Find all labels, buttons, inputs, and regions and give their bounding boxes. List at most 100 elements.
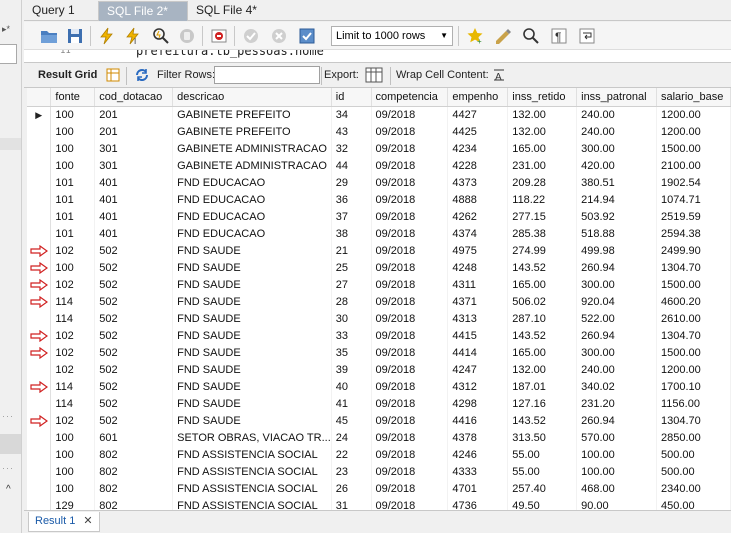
cell-cod-dotacao[interactable]: 502	[94, 412, 174, 429]
cell-cod-dotacao[interactable]: 401	[94, 208, 174, 225]
cell-cod-dotacao[interactable]: 502	[94, 361, 174, 378]
cell-salario-base[interactable]: 1902.54	[656, 174, 731, 191]
cell-empenho[interactable]: 4701	[447, 480, 509, 497]
cell-cod-dotacao[interactable]: 401	[94, 174, 174, 191]
cell-fonte[interactable]: 100	[50, 429, 96, 446]
row-header[interactable]	[27, 293, 52, 310]
cell-inss-retido[interactable]: 257.40	[507, 480, 578, 497]
cell-competencia[interactable]: 09/2018	[371, 463, 449, 480]
cell-id[interactable]: 31	[331, 497, 372, 510]
cell-empenho[interactable]: 4415	[447, 327, 509, 344]
sidebar-grip-icon[interactable]: ···	[2, 463, 14, 473]
row-header[interactable]	[27, 191, 52, 208]
autocommit-icon[interactable]	[298, 27, 316, 45]
cell-fonte[interactable]: 102	[50, 361, 96, 378]
folder-open-icon[interactable]	[40, 27, 58, 45]
cell-fonte[interactable]: 100	[50, 480, 96, 497]
cell-descricao[interactable]: GABINETE ADMINISTRACAO	[172, 157, 332, 174]
cell-inss-patronal[interactable]: 522.00	[576, 310, 657, 327]
cell-id[interactable]: 32	[331, 140, 372, 157]
cell-id[interactable]: 44	[331, 157, 372, 174]
table-row[interactable]: 101 401 FND EDUCACAO 38 09/2018 4374 285.38 518…	[27, 225, 731, 242]
table-row[interactable]: 114 502 FND SAUDE 30 09/2018 4313 287.10 522.00…	[27, 310, 731, 327]
rollback-icon[interactable]	[270, 27, 288, 45]
cell-inss-retido[interactable]: 55.00	[507, 463, 578, 480]
cell-id[interactable]: 35	[331, 344, 372, 361]
cell-id[interactable]: 33	[331, 327, 372, 344]
cell-empenho[interactable]: 4312	[447, 378, 509, 395]
cell-empenho[interactable]: 4736	[447, 497, 509, 510]
row-header[interactable]	[27, 174, 52, 191]
cell-fonte[interactable]: 100	[50, 157, 96, 174]
row-header[interactable]	[27, 327, 52, 344]
table-row[interactable]: 102 502 FND SAUDE 39 09/2018 4247 132.00 240.00…	[27, 361, 731, 378]
cell-descricao[interactable]: FND EDUCACAO	[172, 174, 332, 191]
cell-competencia[interactable]: 09/2018	[371, 174, 449, 191]
cell-id[interactable]: 25	[331, 259, 372, 276]
cell-inss-retido[interactable]: 231.00	[507, 157, 578, 174]
cell-inss-patronal[interactable]: 503.92	[576, 208, 657, 225]
cell-salario-base[interactable]: 1304.70	[656, 412, 731, 429]
cell-inss-patronal[interactable]: 570.00	[576, 429, 657, 446]
export-icon[interactable]	[365, 67, 383, 83]
cell-fonte[interactable]: 101	[50, 208, 96, 225]
table-row[interactable]: ▶ 100 201 GABINETE PREFEITO 34 09/2018 4427 132…	[27, 106, 731, 123]
cell-salario-base[interactable]: 1156.00	[656, 395, 731, 412]
cell-inss-retido[interactable]: 187.01	[507, 378, 578, 395]
table-row[interactable]: 100 201 GABINETE PREFEITO 43 09/2018 4425 132.…	[27, 123, 731, 140]
cell-cod-dotacao[interactable]: 502	[94, 242, 174, 259]
cell-descricao[interactable]: FND SAUDE	[172, 242, 332, 259]
cell-competencia[interactable]: 09/2018	[371, 123, 449, 140]
cell-descricao[interactable]: FND EDUCACAO	[172, 208, 332, 225]
stop-icon[interactable]	[178, 27, 196, 45]
table-row[interactable]: 100 601 SETOR OBRAS, VIACAO TR... 24 09/2018…	[27, 429, 731, 446]
cell-id[interactable]: 27	[331, 276, 372, 293]
cell-inss-patronal[interactable]: 260.94	[576, 412, 657, 429]
cell-empenho[interactable]: 4333	[447, 463, 509, 480]
cell-fonte[interactable]: 101	[50, 174, 96, 191]
save-icon[interactable]	[66, 27, 84, 45]
toggle-error-icon[interactable]	[210, 27, 228, 45]
column-header-cod-dotacao[interactable]: cod_dotacao	[94, 88, 174, 107]
cell-salario-base[interactable]: 1500.00	[656, 276, 731, 293]
cell-competencia[interactable]: 09/2018	[371, 106, 449, 123]
column-header-descricao[interactable]: descricao	[172, 88, 332, 107]
sidebar-grip-icon[interactable]: ···	[2, 411, 14, 421]
cell-empenho[interactable]: 4427	[447, 106, 509, 123]
cell-descricao[interactable]: FND ASSISTENCIA SOCIAL	[172, 463, 332, 480]
cell-salario-base[interactable]: 1200.00	[656, 106, 731, 123]
cell-inss-retido[interactable]: 127.16	[507, 395, 578, 412]
cell-fonte[interactable]: 101	[50, 191, 96, 208]
cell-inss-patronal[interactable]: 90.00	[576, 497, 657, 510]
cell-descricao[interactable]: FND SAUDE	[172, 361, 332, 378]
cell-salario-base[interactable]: 1200.00	[656, 361, 731, 378]
filter-rows-input[interactable]	[214, 66, 320, 84]
cell-competencia[interactable]: 09/2018	[371, 412, 449, 429]
cell-fonte[interactable]: 101	[50, 225, 96, 242]
row-header[interactable]	[27, 208, 52, 225]
table-row[interactable]: 114 502 FND SAUDE 40 09/2018 4312 187.01 340.02…	[27, 378, 731, 395]
cell-descricao[interactable]: GABINETE ADMINISTRACAO	[172, 140, 332, 157]
cell-inss-patronal[interactable]: 100.00	[576, 446, 657, 463]
cell-fonte[interactable]: 102	[50, 276, 96, 293]
table-row[interactable]: 100 301 GABINETE ADMINISTRACAO 44 09/2018 422…	[27, 157, 731, 174]
row-header[interactable]	[27, 429, 52, 446]
cell-id[interactable]: 34	[331, 106, 372, 123]
table-row[interactable]: 101 401 FND EDUCACAO 37 09/2018 4262 277.15 503…	[27, 208, 731, 225]
row-header[interactable]	[27, 310, 52, 327]
cell-inss-retido[interactable]: 285.38	[507, 225, 578, 242]
row-header[interactable]	[27, 446, 52, 463]
wrap-cell-icon[interactable]: A	[493, 69, 505, 81]
word-wrap-icon[interactable]	[578, 27, 596, 45]
cell-descricao[interactable]: FND SAUDE	[172, 412, 332, 429]
column-header-inss-patronal[interactable]: inss_patronal	[576, 88, 657, 107]
table-row[interactable]: 102 502 FND SAUDE 45 09/2018 4416 143.52 260.94…	[27, 412, 731, 429]
cell-cod-dotacao[interactable]: 301	[94, 140, 174, 157]
invisible-chars-icon[interactable]: ¶	[550, 27, 568, 45]
column-header-competencia[interactable]: competencia	[371, 88, 449, 107]
cell-inss-patronal[interactable]: 499.98	[576, 242, 657, 259]
cell-inss-patronal[interactable]: 240.00	[576, 361, 657, 378]
result-grid-icon[interactable]	[106, 68, 120, 82]
cell-competencia[interactable]: 09/2018	[371, 157, 449, 174]
cell-empenho[interactable]: 4371	[447, 293, 509, 310]
